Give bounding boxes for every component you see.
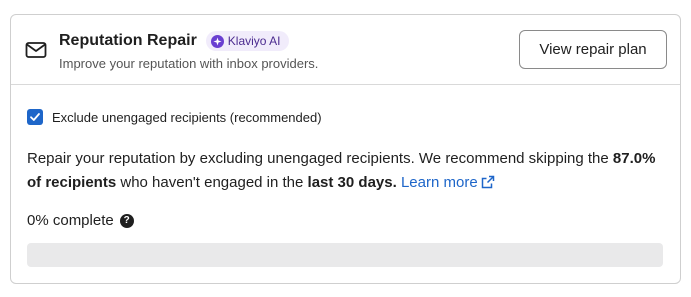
exclude-unengaged-checkbox[interactable] (27, 109, 43, 125)
learn-more-label: Learn more (400, 174, 478, 191)
repair-description: Repair your reputation by excluding unen… (27, 147, 667, 195)
title-row: Reputation Repair Klaviyo AI (59, 31, 289, 51)
card-header: Reputation Repair Klaviyo AI Improve you… (11, 15, 680, 85)
reputation-repair-card: Reputation Repair Klaviyo AI Improve you… (10, 14, 681, 284)
ai-badge: Klaviyo AI (205, 31, 289, 51)
description-text-1: Repair your reputation by excluding unen… (27, 150, 613, 167)
external-link-icon (481, 175, 494, 189)
progress-label: 0% complete (27, 212, 114, 229)
help-icon[interactable]: ? (119, 213, 134, 228)
progress-bar (27, 243, 663, 267)
exclude-unengaged-row: Exclude unengaged recipients (recommende… (27, 109, 322, 125)
sparkle-icon (210, 34, 224, 48)
card-subtitle: Improve your reputation with inbox provi… (59, 56, 319, 71)
mail-icon (25, 42, 47, 58)
progress-row: 0% complete ? (27, 212, 134, 229)
card-title: Reputation Repair (59, 32, 197, 49)
learn-more-link[interactable]: Learn more (401, 174, 495, 191)
description-bold-period: last 30 days. (307, 174, 397, 191)
view-repair-plan-button[interactable]: View repair plan (519, 30, 667, 69)
ai-badge-label: Klaviyo AI (227, 34, 281, 48)
description-text-2: who haven't engaged in the (116, 174, 308, 191)
checkmark-icon (30, 113, 40, 121)
exclude-unengaged-label[interactable]: Exclude unengaged recipients (recommende… (52, 110, 322, 125)
